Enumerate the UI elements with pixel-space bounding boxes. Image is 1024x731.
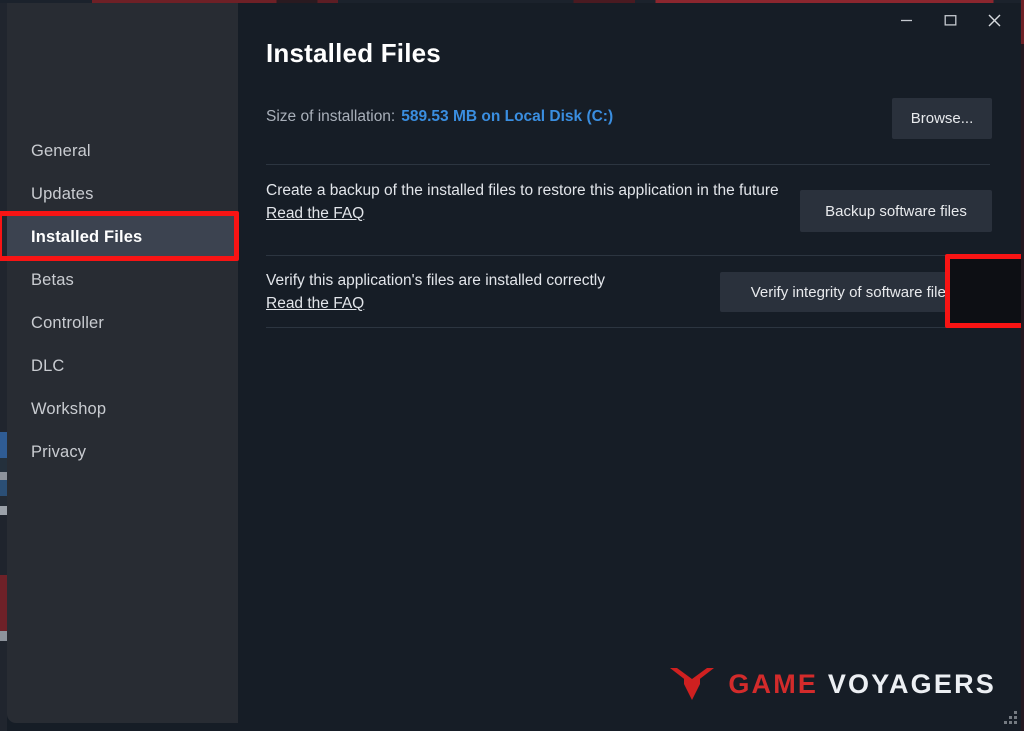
installation-size-row: Size of installation: 589.53 MB on Local… bbox=[266, 108, 613, 126]
backup-software-files-button[interactable]: Backup software files bbox=[800, 190, 992, 232]
backup-faq-link[interactable]: Read the FAQ bbox=[266, 205, 364, 223]
minimize-icon bbox=[900, 19, 912, 21]
sidebar-item-installed-files[interactable]: Installed Files bbox=[7, 216, 238, 259]
settings-sidebar: General Updates Installed Files Betas Co… bbox=[7, 0, 238, 723]
page-title: Installed Files bbox=[266, 38, 441, 68]
steam-properties-window: General Updates Installed Files Betas Co… bbox=[0, 0, 1024, 731]
sidebar-item-label: DLC bbox=[31, 357, 65, 375]
browse-button[interactable]: Browse... bbox=[892, 98, 992, 139]
verify-integrity-button[interactable]: Verify integrity of software files bbox=[720, 272, 984, 312]
maximize-button[interactable] bbox=[928, 4, 972, 36]
sidebar-item-label: Updates bbox=[31, 185, 94, 203]
watermark: GAME VOYAGERS bbox=[669, 665, 996, 703]
main-content: Installed Files Size of installation: 58… bbox=[238, 0, 1024, 731]
installation-size-label: Size of installation: bbox=[266, 108, 396, 125]
sidebar-item-label: Workshop bbox=[31, 400, 107, 418]
minimize-button[interactable] bbox=[884, 4, 928, 36]
sidebar-item-workshop[interactable]: Workshop bbox=[7, 388, 238, 431]
divider bbox=[266, 255, 990, 256]
sidebar-nav: General Updates Installed Files Betas Co… bbox=[7, 130, 238, 474]
maximize-icon bbox=[944, 14, 956, 26]
sidebar-item-label: Privacy bbox=[31, 443, 87, 461]
close-icon bbox=[988, 14, 1000, 26]
sidebar-item-dlc[interactable]: DLC bbox=[7, 345, 238, 388]
background-window-sliver bbox=[0, 0, 7, 731]
verify-row: Verify this application's files are inst… bbox=[266, 270, 605, 313]
verify-description: Verify this application's files are inst… bbox=[266, 272, 605, 289]
watermark-text: GAME VOYAGERS bbox=[728, 669, 996, 700]
divider bbox=[266, 327, 990, 328]
sidebar-item-betas[interactable]: Betas bbox=[7, 259, 238, 302]
sidebar-item-label: Installed Files bbox=[31, 228, 143, 246]
backup-row: Create a backup of the installed files t… bbox=[266, 180, 779, 223]
sidebar-item-label: General bbox=[31, 142, 91, 160]
window-controls bbox=[884, 4, 1016, 36]
resize-grip[interactable] bbox=[1004, 711, 1019, 726]
close-button[interactable] bbox=[972, 4, 1016, 36]
sidebar-item-general[interactable]: General bbox=[7, 130, 238, 173]
watermark-word-voyagers: VOYAGERS bbox=[827, 668, 996, 699]
sidebar-item-privacy[interactable]: Privacy bbox=[7, 431, 238, 474]
sidebar-item-controller[interactable]: Controller bbox=[7, 302, 238, 345]
sidebar-item-label: Controller bbox=[31, 314, 105, 332]
verify-faq-link[interactable]: Read the FAQ bbox=[266, 295, 364, 313]
sidebar-item-updates[interactable]: Updates bbox=[7, 173, 238, 216]
divider bbox=[266, 164, 990, 165]
backup-description: Create a backup of the installed files t… bbox=[266, 182, 779, 199]
watermark-word-game: GAME bbox=[728, 668, 819, 699]
installation-size-value[interactable]: 589.53 MB on Local Disk (C:) bbox=[401, 108, 613, 126]
sidebar-item-label: Betas bbox=[31, 271, 74, 289]
chevron-logo-icon bbox=[670, 668, 715, 700]
